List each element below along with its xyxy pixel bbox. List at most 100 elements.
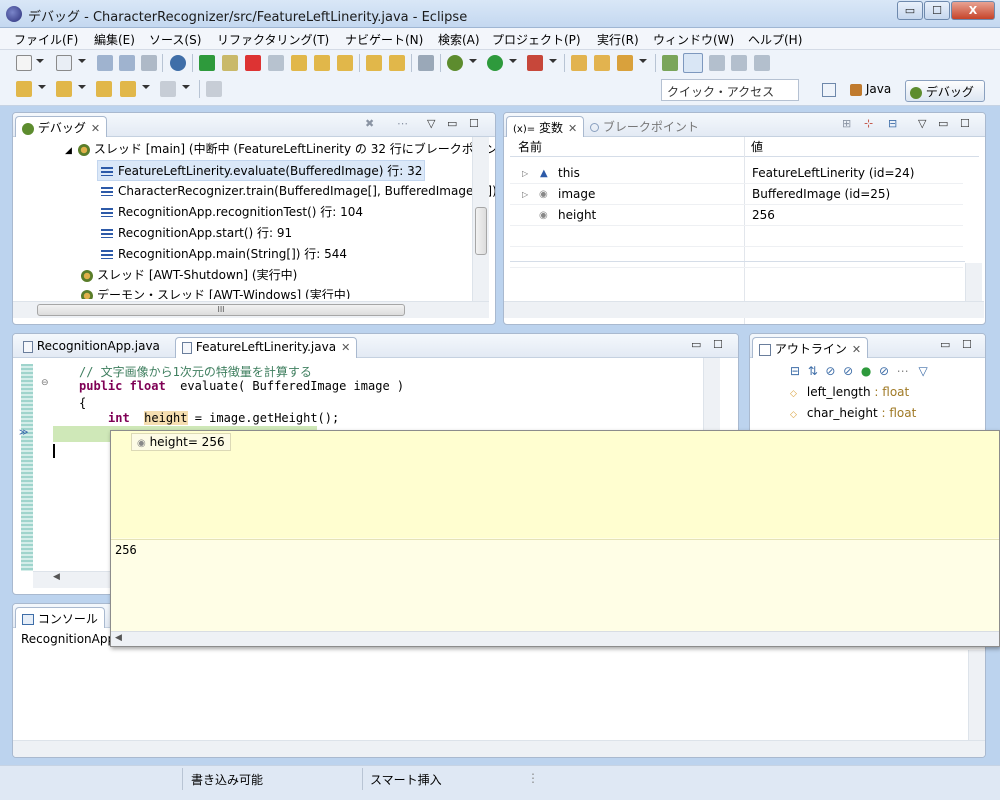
- suspend-icon[interactable]: [222, 55, 238, 71]
- gear-icon[interactable]: [170, 55, 186, 71]
- print-icon[interactable]: [141, 55, 157, 71]
- tab-console[interactable]: コンソール: [15, 607, 105, 628]
- forward-icon[interactable]: [160, 81, 176, 97]
- menu-source[interactable]: ソース(S): [149, 31, 201, 48]
- save-all-icon[interactable]: [119, 55, 135, 71]
- menu-edit[interactable]: 編集(E): [94, 31, 135, 48]
- debug-horizontal-scrollbar[interactable]: III: [13, 301, 489, 318]
- disconnect-icon[interactable]: [268, 55, 284, 71]
- close-tab-icon[interactable]: ✕: [568, 122, 577, 135]
- tab-variables[interactable]: (x)= 変数 ✕: [506, 116, 585, 137]
- variables-horizontal-scrollbar[interactable]: [504, 301, 984, 318]
- thread-main[interactable]: ◢ スレッド [main] (中断中 (FeatureLeftLinerity の…: [65, 139, 495, 160]
- view-menu-icon[interactable]: ▽: [918, 364, 927, 378]
- menu-navigate[interactable]: ナビゲート(N): [345, 31, 423, 48]
- variable-row-this[interactable]: ▷ ▲ this FeatureLeftLinerity (id=24): [510, 163, 963, 184]
- detail-vertical-scrollbar[interactable]: [965, 263, 982, 301]
- hide-static-icon[interactable]: ⊘: [843, 364, 853, 378]
- open-task-icon[interactable]: [594, 55, 610, 71]
- next-annotation-icon[interactable]: [709, 55, 725, 71]
- show-type-names-icon[interactable]: ⊞: [842, 117, 851, 130]
- previous-annotation-dropdown-icon[interactable]: [78, 85, 86, 89]
- fold-icon[interactable]: ⊖: [41, 378, 49, 388]
- previous-annotation-icon[interactable]: [56, 81, 72, 97]
- show-whitespace-icon[interactable]: [754, 55, 770, 71]
- hide-local-types-icon[interactable]: ⊘: [879, 364, 889, 378]
- scroll-left-icon[interactable]: ◀: [115, 633, 122, 643]
- column-header-value[interactable]: 値: [745, 137, 979, 157]
- outline-item[interactable]: ◇ left_length : float: [790, 385, 909, 399]
- tab-outline[interactable]: アウトライン ✕: [752, 337, 869, 358]
- tab-recognitionapp-java[interactable]: RecognitionApp.java: [17, 337, 166, 358]
- drop-to-frame-icon[interactable]: [366, 55, 382, 71]
- collapse-icon[interactable]: ⋯: [397, 117, 408, 130]
- open-perspective-icon[interactable]: [822, 83, 836, 97]
- maximize-view-icon[interactable]: ☐: [962, 338, 972, 351]
- tab-featureleftlinerity-java[interactable]: FeatureLeftLinerity.java ✕: [175, 337, 358, 358]
- step-over-icon[interactable]: [314, 55, 330, 71]
- external-tools-icon[interactable]: [527, 55, 543, 71]
- stack-frame[interactable]: RecognitionApp.start() 行: 91: [101, 223, 292, 244]
- minimize-view-icon[interactable]: ▭: [447, 117, 457, 130]
- expand-arrow-icon[interactable]: ▷: [522, 163, 528, 184]
- expand-arrow-icon[interactable]: ◢: [65, 146, 72, 156]
- run-dropdown-icon[interactable]: [509, 59, 517, 63]
- focus-icon[interactable]: ⋯: [897, 364, 909, 378]
- forward-dropdown-icon[interactable]: [182, 85, 190, 89]
- tab-breakpoints[interactable]: ブレークポイント: [584, 116, 705, 137]
- perspective-java-button[interactable]: Java: [846, 80, 895, 102]
- collapse-all-icon[interactable]: ⊟: [790, 364, 800, 378]
- resume-icon[interactable]: [199, 55, 215, 71]
- variable-row-image[interactable]: ▷ ◉ image BufferedImage (id=25): [510, 184, 963, 205]
- quick-access-input[interactable]: クイック・アクセス: [661, 79, 799, 101]
- stack-frame[interactable]: RecognitionApp.recognitionTest() 行: 104: [101, 202, 363, 223]
- debug-hover-popup[interactable]: ◉ height= 256 256 ◀: [110, 430, 1000, 647]
- view-menu-icon[interactable]: ▽: [918, 117, 926, 130]
- menu-run[interactable]: 実行(R): [597, 31, 639, 48]
- new-file-dropdown-icon[interactable]: [78, 59, 86, 63]
- search-icon[interactable]: [617, 55, 633, 71]
- menu-file[interactable]: ファイル(F): [14, 31, 78, 48]
- back-dropdown-icon[interactable]: [142, 85, 150, 89]
- thread-awt-windows[interactable]: デーモン・スレッド [AWT-Windows] (実行中): [81, 285, 350, 299]
- sort-icon[interactable]: ⇅: [808, 364, 818, 378]
- menu-search[interactable]: 検索(A): [438, 31, 480, 48]
- scroll-thumb[interactable]: [475, 207, 487, 255]
- last-edit-location-icon[interactable]: [96, 81, 112, 97]
- next-annotation-down-icon[interactable]: [16, 81, 32, 97]
- terminate-icon[interactable]: [245, 55, 261, 71]
- maximize-view-icon[interactable]: ☐: [960, 117, 970, 130]
- use-step-filters-icon[interactable]: [389, 55, 405, 71]
- pin-editor-icon[interactable]: [206, 81, 222, 97]
- new-file-icon[interactable]: [56, 55, 72, 71]
- popup-horizontal-scrollbar[interactable]: ◀: [111, 631, 999, 646]
- block-select-icon[interactable]: [731, 55, 747, 71]
- hscroll-thumb[interactable]: III: [37, 304, 405, 316]
- minimize-view-icon[interactable]: ▭: [691, 338, 701, 351]
- menu-project[interactable]: プロジェクト(P): [492, 31, 581, 48]
- thread-awt-shutdown[interactable]: スレッド [AWT-Shutdown] (実行中): [81, 265, 297, 286]
- remove-terminated-icon[interactable]: ✖: [365, 117, 374, 130]
- step-into-icon[interactable]: [291, 55, 307, 71]
- skip-breakpoints-icon[interactable]: [418, 55, 434, 71]
- popup-variable-item[interactable]: ◉ height= 256: [131, 433, 231, 451]
- stack-frame-selected[interactable]: FeatureLeftLinerity.evaluate(BufferedIma…: [97, 160, 425, 181]
- collapse-all-icon[interactable]: ⊟: [888, 117, 897, 130]
- close-button[interactable]: X: [951, 1, 995, 20]
- hide-nonpublic-icon[interactable]: ●: [861, 364, 871, 378]
- scroll-left-icon[interactable]: ◀: [53, 572, 60, 582]
- variable-row-height[interactable]: ◉ height 256: [510, 205, 963, 226]
- hide-fields-icon[interactable]: ⊘: [825, 364, 835, 378]
- menu-refactor[interactable]: リファクタリング(T): [217, 31, 329, 48]
- minimize-view-icon[interactable]: ▭: [940, 338, 950, 351]
- stack-frame[interactable]: CharacterRecognizer.train(BufferedImage[…: [101, 181, 495, 202]
- maximize-view-icon[interactable]: ☐: [713, 338, 723, 351]
- close-tab-icon[interactable]: ✕: [341, 341, 350, 354]
- debug-icon[interactable]: [447, 55, 463, 71]
- debug-dropdown-icon[interactable]: [469, 59, 477, 63]
- external-tools-dropdown-icon[interactable]: [549, 59, 557, 63]
- view-menu-icon[interactable]: ▽: [427, 117, 435, 130]
- console-vertical-scrollbar[interactable]: [968, 650, 985, 740]
- close-tab-icon[interactable]: ✕: [91, 122, 100, 135]
- show-logical-structure-icon[interactable]: ⊹: [864, 117, 873, 130]
